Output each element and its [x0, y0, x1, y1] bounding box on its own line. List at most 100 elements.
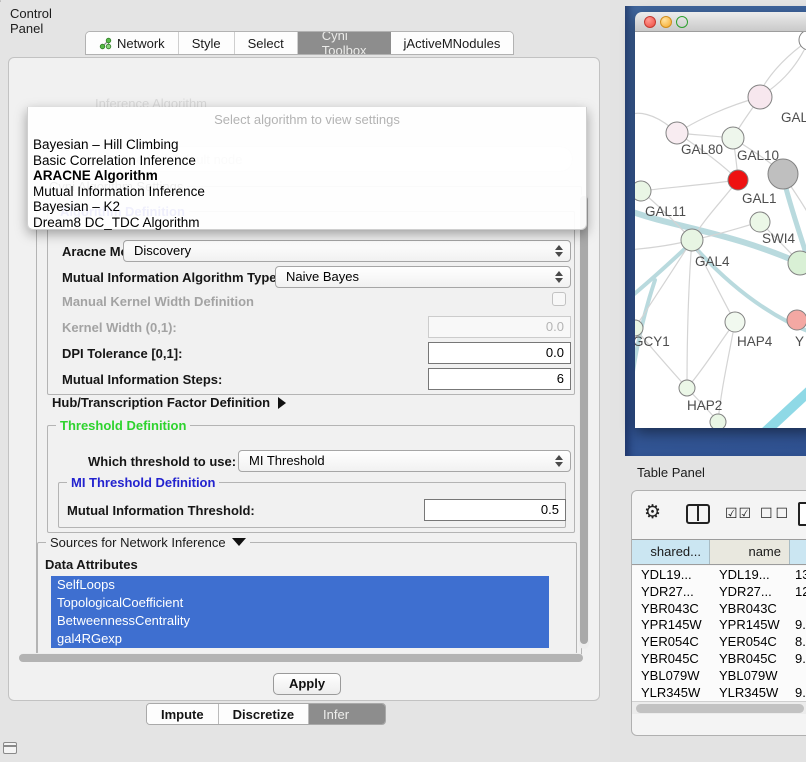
dpi-tolerance-input[interactable]: 0.0 [428, 342, 571, 364]
manual-kernel-width-label: Manual Kernel Width Definition [62, 294, 254, 309]
algorithm-option[interactable]: Dream8 DC_TDC Algorithm [28, 215, 586, 231]
table-toolbar: ⚙ ☑☑ ☐☐ [632, 491, 806, 539]
network-edge[interactable] [641, 180, 738, 191]
table-row[interactable]: YBR045CYBR045C9. [632, 650, 806, 667]
attribute-list-item[interactable]: BetweennessCentrality [51, 612, 549, 630]
network-node[interactable] [768, 159, 798, 189]
column-header-partial[interactable] [790, 540, 806, 564]
network-edge[interactable] [761, 40, 806, 90]
tab-style[interactable]: Style [179, 32, 235, 54]
table-cell: YBR043C [632, 600, 710, 617]
control-panel-title: Control Panel [10, 6, 52, 36]
minimize-traffic-light-icon[interactable] [660, 16, 672, 28]
hub-definition-expander[interactable]: Hub/Transcription Factor Definition [52, 395, 286, 410]
tab-discretize-data[interactable]: Discretize Data [219, 704, 309, 724]
sources-title-row[interactable]: Sources for Network Inference [46, 535, 250, 550]
network-edge[interactable] [687, 240, 692, 388]
document-icon[interactable] [798, 502, 806, 526]
algorithm-definition-group: Algorithm Definition Aracne Mode: Discov… [47, 211, 575, 395]
aracne-mode-select[interactable]: Discovery [123, 240, 571, 262]
sources-group: Sources for Network Inference Data Attri… [37, 542, 577, 654]
tab-select-label: Select [248, 36, 284, 51]
table-cell: YER054C [632, 633, 710, 650]
tab-select[interactable]: Select [235, 32, 298, 54]
settings-horizontal-scrollbar[interactable] [19, 653, 583, 662]
settings-vertical-scrollbar[interactable] [579, 194, 589, 649]
network-node-y[interactable] [787, 310, 806, 330]
tab-jactivemnodules[interactable]: jActiveMNodules [391, 32, 514, 54]
table-horizontal-scrollbar[interactable] [632, 701, 806, 714]
network-node-label: GAL [781, 110, 806, 125]
table-cell [790, 667, 806, 684]
attribute-list-item[interactable]: SelfLoops [51, 576, 549, 594]
split-columns-icon[interactable] [686, 504, 710, 524]
table-row[interactable]: YDL19...YDL19...13 [632, 566, 806, 583]
algorithm-option[interactable]: ARACNE Algorithm [28, 168, 586, 184]
column-header-shared-name[interactable]: shared... [632, 540, 710, 564]
network-node[interactable] [788, 251, 806, 275]
algorithm-dropdown-placeholder: Select algorithm to view settings [28, 107, 586, 137]
tab-infer-network[interactable]: Infer Network [309, 704, 385, 724]
scrollbar-thumb[interactable] [19, 654, 583, 662]
network-node-gal1[interactable] [728, 170, 748, 190]
zoom-traffic-light-icon[interactable] [676, 16, 688, 28]
network-node-gal11[interactable] [635, 181, 651, 201]
network-edge[interactable] [763, 384, 806, 428]
algorithm-dropdown-popup: Select algorithm to view settings Bayesi… [27, 107, 587, 230]
mi-threshold-definition-group: MI Threshold Definition Mutual Informati… [58, 482, 566, 528]
table-row[interactable]: YDR27...YDR27...12 [632, 583, 806, 600]
tab-impute-data[interactable]: Impute Data [147, 704, 219, 724]
docked-panel-icon[interactable] [3, 742, 17, 754]
cyni-algorithm-settings-group: Cyni Algorithm Settings Algorithm Defini… [36, 186, 582, 656]
which-threshold-select[interactable]: MI Threshold [238, 450, 571, 472]
gear-icon[interactable]: ⚙ [644, 501, 661, 523]
close-traffic-light-icon[interactable] [644, 16, 656, 28]
column-header-name[interactable]: name [710, 540, 790, 564]
select-all-checkboxes-icon[interactable]: ☑☑ [725, 506, 752, 522]
table-row[interactable]: YBL079WYBL079W [632, 667, 806, 684]
network-node-label: GAL11 [645, 204, 686, 219]
network-edge[interactable] [687, 322, 735, 388]
table-cell: YBR045C [710, 650, 790, 667]
mi-algorithm-type-select[interactable]: Naive Bayes [275, 266, 571, 288]
apply-button[interactable]: Apply [273, 673, 341, 695]
table-row[interactable]: YBR043CYBR043C [632, 600, 806, 617]
scrollbar-thumb[interactable] [580, 196, 588, 644]
network-node[interactable] [710, 414, 726, 428]
network-node-gal4[interactable] [681, 229, 703, 251]
table-cell: YDL19... [710, 566, 790, 583]
kernel-width-label: Kernel Width (0,1): [62, 320, 177, 335]
manual-kernel-width-checkbox[interactable] [552, 292, 566, 306]
mutual-information-threshold-input[interactable]: 0.5 [424, 499, 566, 521]
table-cell: YBR045C [632, 650, 710, 667]
tab-network-label: Network [117, 36, 165, 51]
network-canvas[interactable]: GALGAL80GAL10GAL1GAL11SWI4GAL4GCY1HAP4YH… [635, 32, 806, 428]
algorithm-option[interactable]: Mutual Information Inference [28, 184, 586, 200]
scrollbar-thumb[interactable] [636, 704, 804, 713]
network-window-titlebar[interactable] [635, 12, 806, 32]
network-node-swi4[interactable] [750, 212, 770, 232]
algorithm-list: Bayesian – Hill ClimbingBasic Correlatio… [28, 137, 586, 230]
network-node-label: HAP4 [737, 334, 773, 349]
algorithm-option[interactable]: Bayesian – K2 [28, 199, 586, 215]
table-row[interactable]: YER054CYER054C8. [632, 633, 806, 650]
kernel-width-input[interactable]: 0.0 [428, 316, 571, 338]
network-node-gal10[interactable] [722, 127, 744, 149]
network-window: GALGAL80GAL10GAL1GAL11SWI4GAL4GCY1HAP4YH… [635, 12, 806, 428]
network-node-gal[interactable] [748, 85, 772, 109]
network-edge[interactable] [635, 242, 692, 300]
tab-network[interactable]: Network [86, 32, 179, 54]
attribute-list-item[interactable]: TopologicalCoefficient [51, 594, 549, 612]
tab-cyni-toolbox[interactable]: Cyni Toolbox [298, 32, 391, 54]
table-row[interactable]: YPR145WYPR145W9. [632, 616, 806, 633]
algorithm-option[interactable]: Bayesian – Hill Climbing [28, 137, 586, 153]
table-row[interactable]: YLR345WYLR345W9. [632, 684, 806, 701]
network-node-hap4[interactable] [725, 312, 745, 332]
attribute-list-item[interactable]: gal4RGexp [51, 630, 549, 648]
deselect-all-checkboxes-icon[interactable]: ☐☐ [760, 506, 791, 522]
network-node-hap2[interactable] [679, 380, 695, 396]
algorithm-option[interactable]: Basic Correlation Inference [28, 153, 586, 169]
mi-steps-input[interactable]: 6 [428, 368, 571, 390]
network-node-gal80[interactable] [666, 122, 688, 144]
table-cell: YLR345W [632, 684, 710, 701]
